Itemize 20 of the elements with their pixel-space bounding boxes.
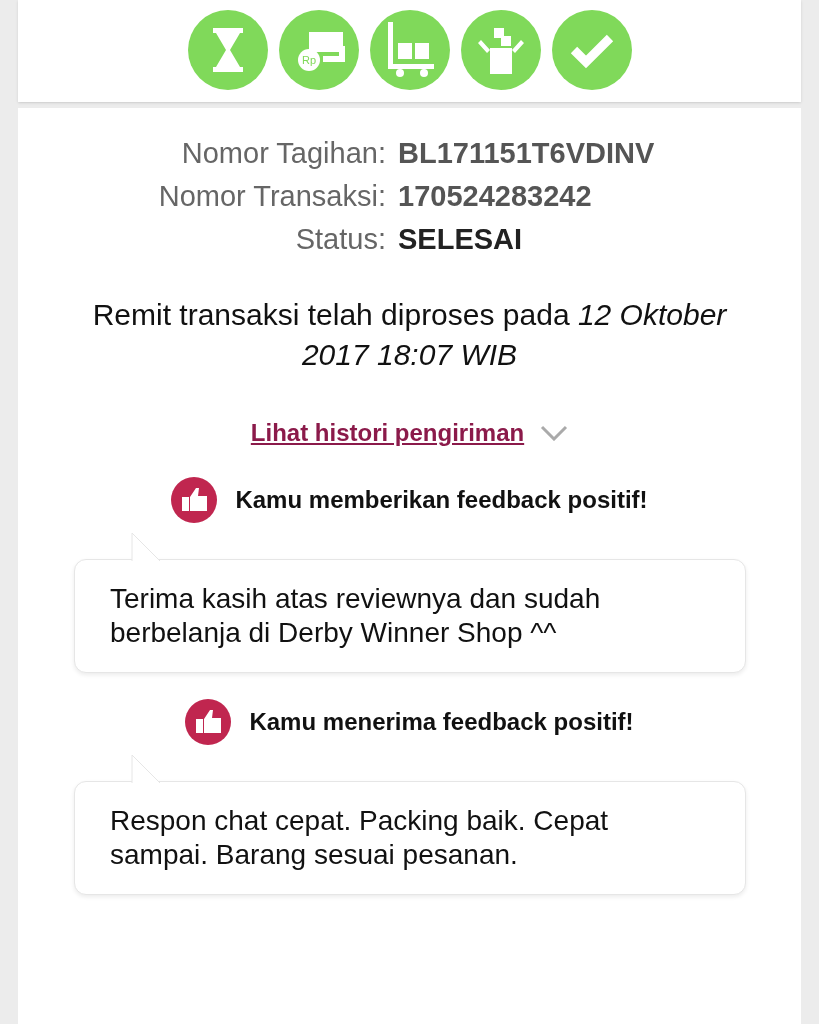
feedback-heading: Kamu menerima feedback positif! [249, 707, 634, 737]
received-step-icon [460, 10, 541, 90]
detail-value: BL171151T6VDINV [398, 136, 656, 171]
feedback-heading: Kamu memberikan feedback positif! [235, 485, 648, 515]
thumbs-up-icon [171, 477, 218, 523]
chevron-icon[interactable] [540, 425, 569, 441]
detail-value: 170524283242 [398, 179, 593, 214]
detail-label: Nomor Tagihan: [180, 136, 386, 171]
hourglass-step-icon [187, 10, 268, 90]
feedback-message: Terima kasih atas reviewnya dan sudah berbelanja di Derby Winner Shop ^^ [110, 582, 602, 650]
feedback-message: Respon chat cepat. Packing baik. Cepat sampai. Barang sesuai pesanan. [110, 804, 610, 872]
thumbs-up-icon [185, 699, 232, 745]
remit-note: Remit transaksi telah diproses pada 12 Oktober 2017 18:07 WIB [91, 297, 728, 373]
done-step-icon [551, 10, 632, 90]
history-link[interactable]: Lihat histori pengiriman [250, 415, 525, 451]
payment-step-icon: Rp [278, 10, 359, 90]
detail-label: Status: [294, 222, 386, 257]
detail-value: SELESAI [398, 222, 524, 257]
shipping-step-icon [369, 10, 450, 90]
detail-label: Nomor Transaksi: [157, 179, 386, 214]
